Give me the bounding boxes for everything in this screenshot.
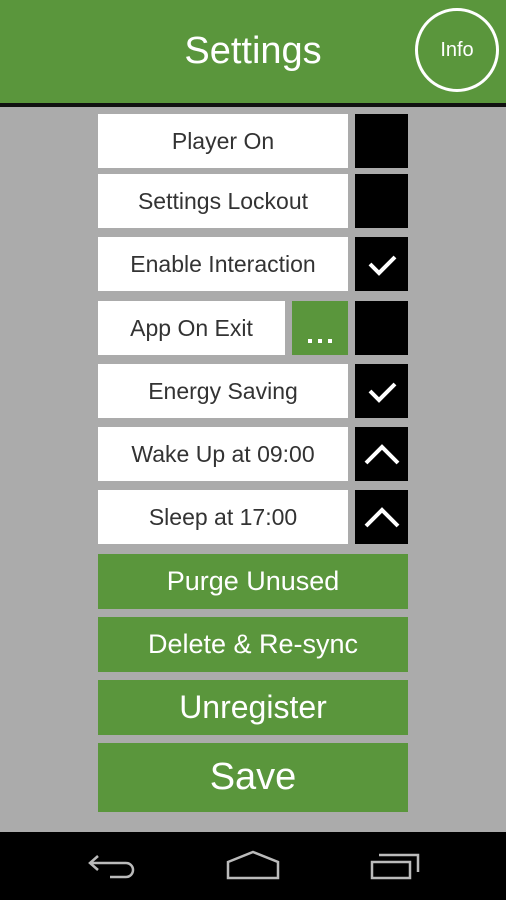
app-header: Settings Info: [0, 0, 506, 103]
settings-lockout-checkbox[interactable]: [355, 174, 408, 228]
setting-label[interactable]: Enable Interaction: [98, 237, 348, 291]
checkmark-icon: [368, 255, 396, 276]
delete-resync-button[interactable]: Delete & Re-sync: [98, 617, 408, 672]
info-button[interactable]: Info: [415, 8, 499, 92]
app-on-exit-checkbox[interactable]: [355, 301, 408, 355]
back-icon[interactable]: [86, 850, 138, 882]
setting-sleep: Sleep at 17:00: [98, 490, 408, 544]
purge-unused-button[interactable]: Purge Unused: [98, 554, 408, 609]
setting-label[interactable]: Wake Up at 09:00: [98, 427, 348, 481]
setting-settings-lockout: Settings Lockout: [98, 174, 408, 228]
dot-icon: [318, 339, 322, 343]
header-divider: [0, 103, 506, 107]
sleep-expand-button[interactable]: [355, 490, 408, 544]
system-nav-bar: [0, 832, 506, 900]
chevron-up-icon: [364, 444, 399, 465]
checkmark-icon: [368, 382, 396, 403]
setting-player-on: Player On: [98, 114, 408, 168]
chevron-up-icon: [364, 507, 399, 528]
player-on-checkbox[interactable]: [355, 114, 408, 168]
setting-label[interactable]: Settings Lockout: [98, 174, 348, 228]
home-icon[interactable]: [225, 850, 281, 882]
setting-label[interactable]: Energy Saving: [98, 364, 348, 418]
setting-label[interactable]: App On Exit: [98, 301, 285, 355]
setting-label[interactable]: Sleep at 17:00: [98, 490, 348, 544]
recents-icon[interactable]: [369, 850, 421, 882]
setting-enable-interaction: Enable Interaction: [98, 237, 408, 291]
dot-icon: [328, 339, 332, 343]
setting-energy-saving: Energy Saving: [98, 364, 408, 418]
save-button[interactable]: Save: [98, 743, 408, 812]
dot-icon: [308, 339, 312, 343]
unregister-button[interactable]: Unregister: [98, 680, 408, 735]
setting-label[interactable]: Player On: [98, 114, 348, 168]
energy-saving-checkbox[interactable]: [355, 364, 408, 418]
wake-up-expand-button[interactable]: [355, 427, 408, 481]
more-options-button[interactable]: [292, 301, 348, 355]
setting-wake-up: Wake Up at 09:00: [98, 427, 408, 481]
enable-interaction-checkbox[interactable]: [355, 237, 408, 291]
setting-app-on-exit: App On Exit: [98, 301, 408, 355]
